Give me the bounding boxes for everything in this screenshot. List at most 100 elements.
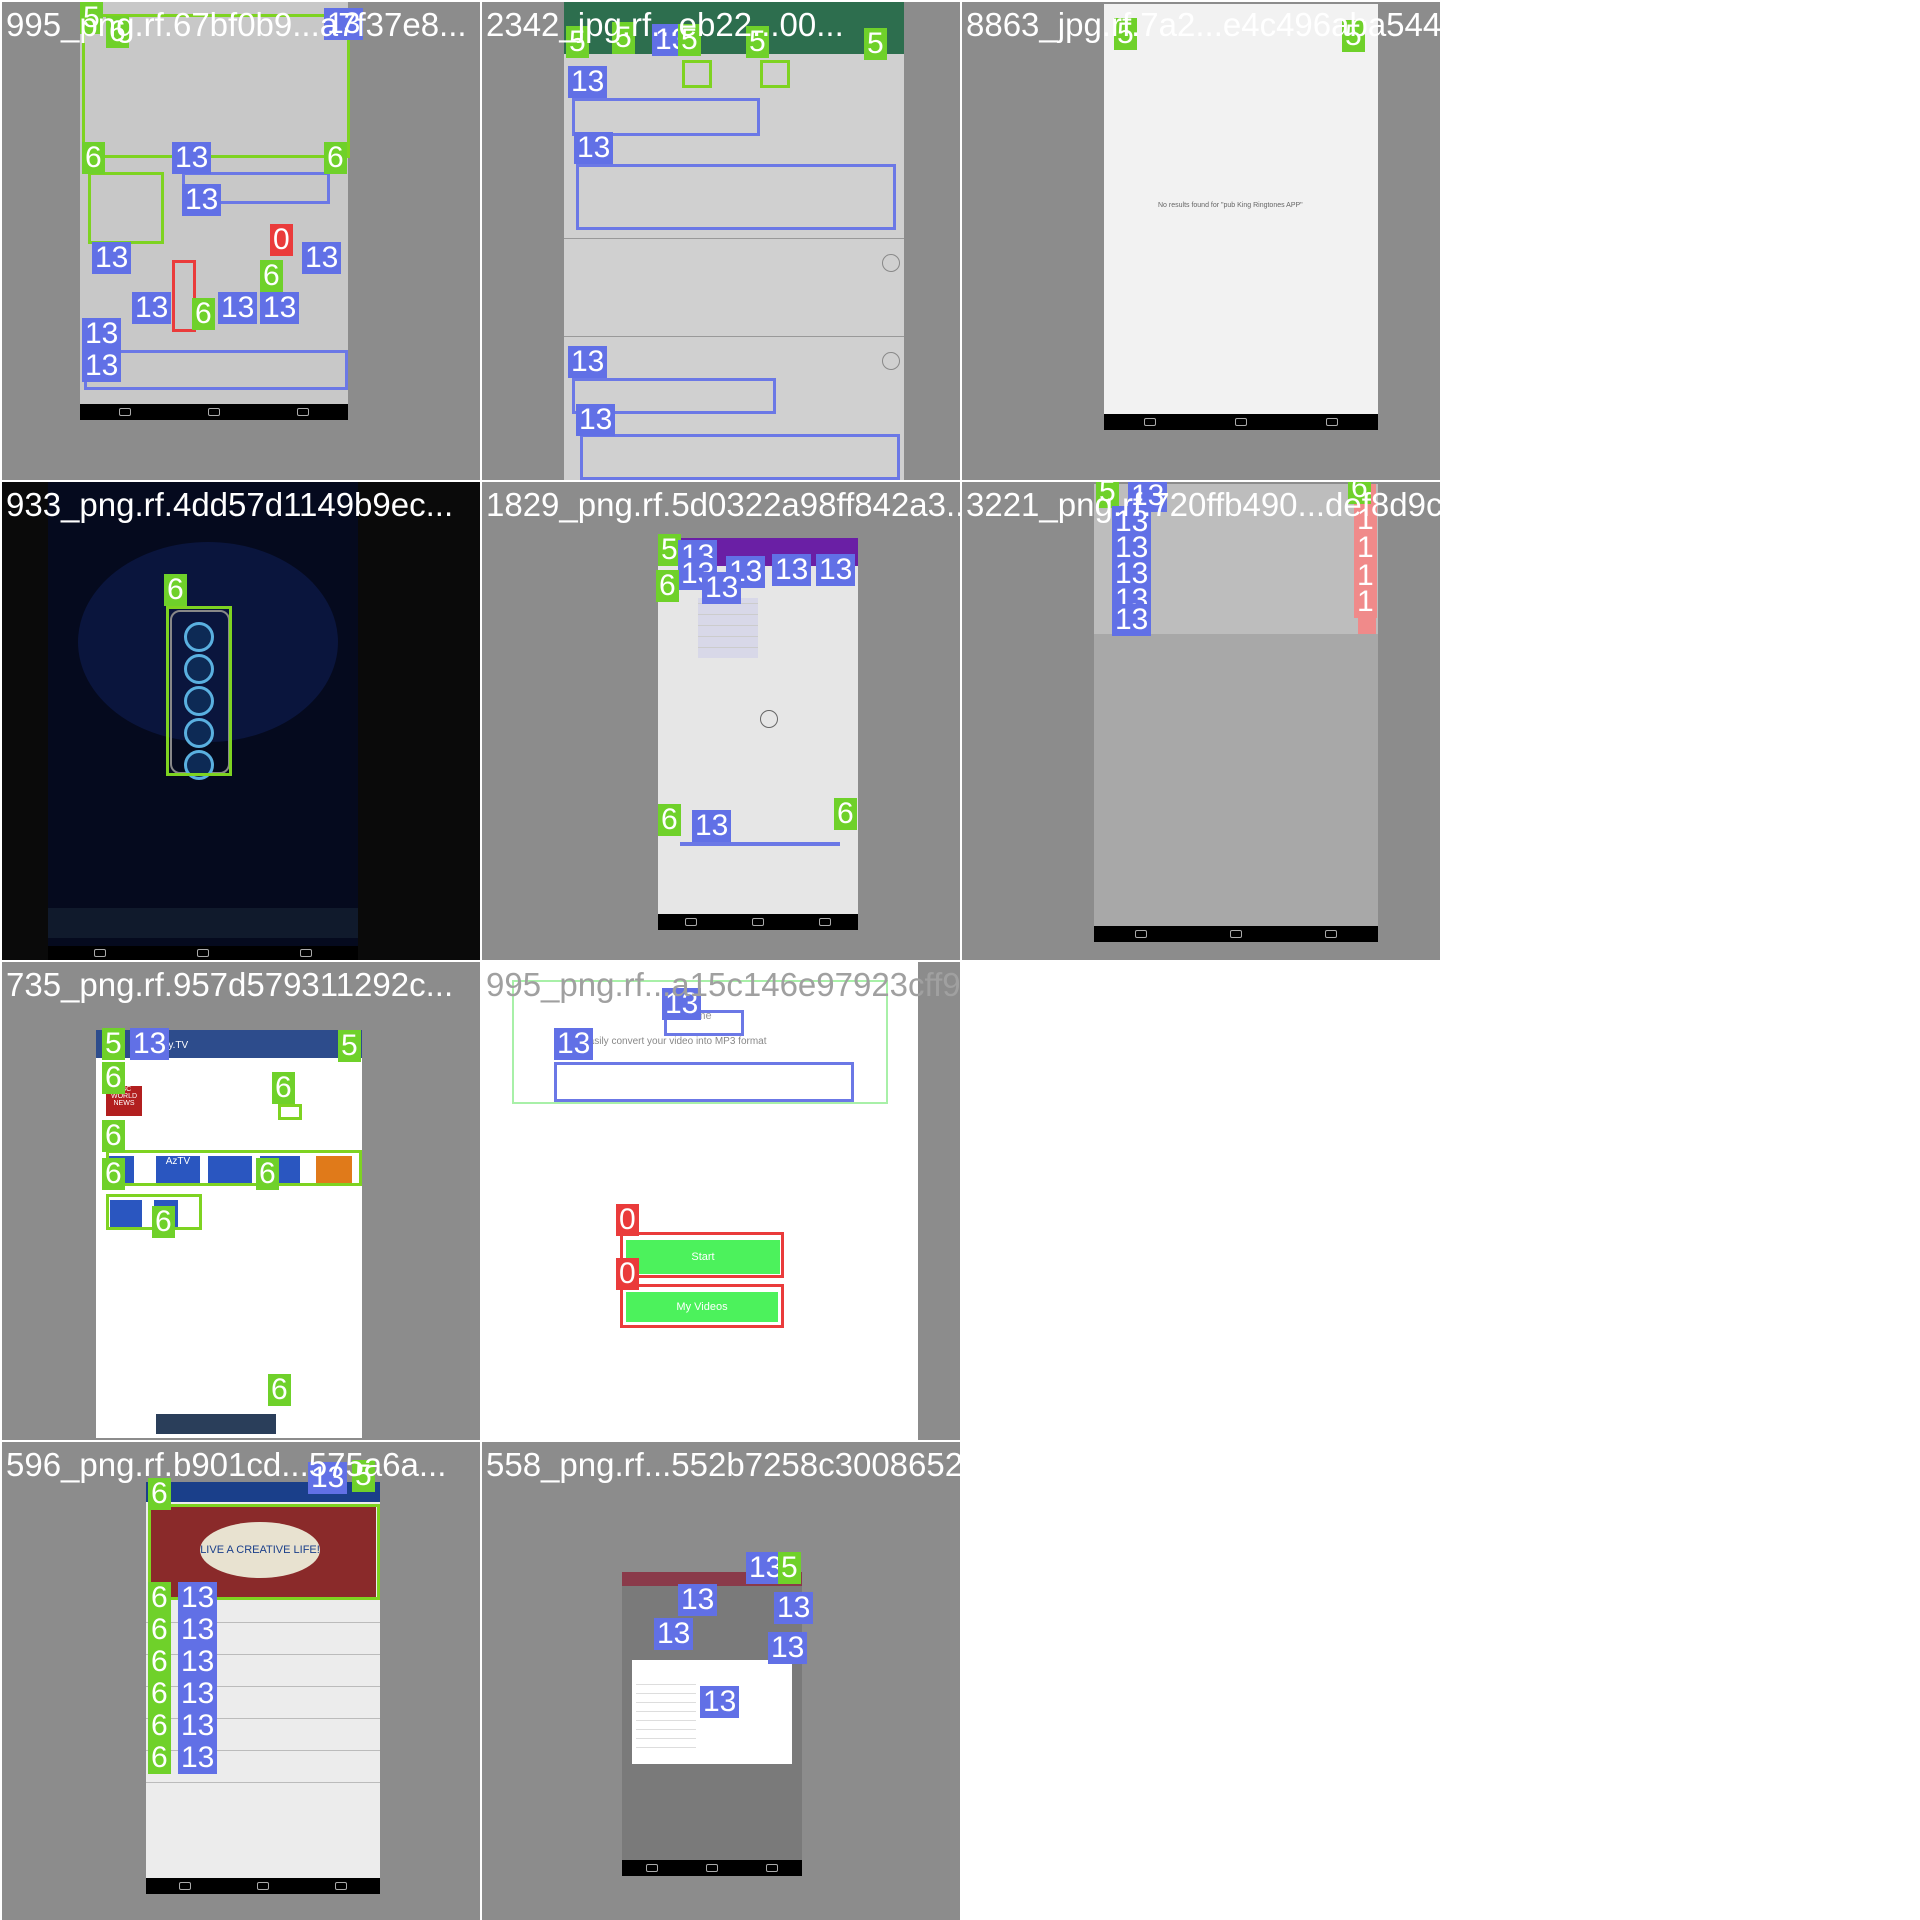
label-class-13: 13: [132, 292, 172, 324]
label-class-13: 13: [178, 1678, 218, 1710]
label-class-1: 1: [1354, 586, 1377, 618]
bbox-class-13: [554, 1062, 854, 1102]
bbox-class-0: [620, 1284, 784, 1328]
label-class-13: 13: [700, 1686, 740, 1718]
color-grid: [698, 598, 758, 658]
bbox-class-6: [166, 606, 232, 776]
date-grid[interactable]: [636, 1676, 696, 1756]
label-class-0: 0: [616, 1258, 639, 1290]
mosaic-tile-5: 1829_png.rf.5d0322a98ff842a3... 5 13 13 …: [482, 482, 960, 960]
label-class-13: 13: [768, 1632, 808, 1664]
label-class-13: 13: [568, 346, 608, 378]
label-class-6: 6: [82, 142, 105, 174]
label-class-5: 5: [102, 1028, 125, 1060]
label-class-13: 13: [774, 1592, 814, 1624]
system-nav-bar: [48, 946, 358, 960]
mosaic-tile-8: 995_png.rf...a15c146e97923cff9b7dba456 W…: [482, 962, 960, 1440]
mosaic-tile-3: 8863_jpg.rf.7a2...e4c496aba544135a2a No …: [962, 2, 1440, 480]
system-nav-bar: [622, 1860, 802, 1876]
label-class-6: 6: [148, 1678, 171, 1710]
progress-bar[interactable]: [680, 842, 840, 846]
label-class-5: 5: [778, 1552, 801, 1584]
label-class-6: 6: [102, 1120, 125, 1152]
mosaic-tile-1: 995_png.rf.67bf0b9...a7f37e8... 5 6 13 6…: [2, 2, 480, 480]
bottom-tab-bar: [48, 908, 358, 938]
phone-screen: No results found for "pub King Ringtones…: [1104, 4, 1378, 430]
label-class-13: 13: [702, 572, 742, 604]
label-class-13: 13: [178, 1710, 218, 1742]
bbox-class-5: [682, 60, 712, 88]
label-class-13: 13: [772, 554, 812, 586]
label-class-13: 13: [554, 1028, 594, 1060]
bbox-class-13: [580, 434, 900, 480]
mosaic-tile-2: 2342_jpg.rf...eb22...00... 5 5 13 5 5 5 …: [482, 2, 960, 480]
tile-caption: 8863_jpg.rf.7a2...e4c496aba544135a2a: [966, 6, 1440, 43]
bbox-class-0: [620, 1232, 784, 1278]
label-class-13: 13: [82, 350, 122, 382]
label-class-13: 13: [218, 292, 258, 324]
label-class-6: 6: [656, 570, 679, 602]
label-class-13: 13: [178, 1646, 218, 1678]
empty-cell: [962, 1442, 1918, 1920]
tile-caption: 995_png.rf.67bf0b9...a7f37e8...: [6, 6, 467, 43]
divider: [146, 1782, 380, 1783]
label-class-13: 13: [574, 132, 614, 164]
label-class-6: 6: [148, 1582, 171, 1614]
label-class-6: 6: [152, 1206, 175, 1238]
mosaic-tile-7: 735_png.rf.957d579311292c... Mediabay.TV…: [2, 962, 480, 1440]
bbox-class-6: [278, 1104, 302, 1120]
label-class-6: 6: [658, 804, 681, 836]
empty-cell: [962, 962, 1918, 1440]
tile-caption: 2342_jpg.rf...eb22...00...: [486, 6, 844, 43]
label-class-6: 6: [102, 1158, 125, 1190]
empty-cell: [1442, 2, 1920, 480]
label-class-6: 6: [256, 1158, 279, 1190]
bbox-class-6: [106, 1150, 362, 1186]
label-class-6: 6: [164, 574, 187, 606]
label-class-6: 6: [148, 1614, 171, 1646]
label-class-13: 13: [172, 142, 212, 174]
label-class-13: 13: [92, 242, 132, 274]
label-class-13: 13: [130, 1028, 170, 1060]
mosaic-tile-4: 933_png.rf.4dd57d1149b9ec... 6: [2, 482, 480, 960]
play-icon[interactable]: [760, 710, 778, 728]
label-class-13: 13: [1112, 604, 1152, 636]
label-class-6: 6: [268, 1374, 291, 1406]
bbox-class-13: [576, 164, 896, 230]
mosaic-tile-9: 596_png.rf.b901cd...575a6a... LIVE A CRE…: [2, 1442, 480, 1920]
label-class-13: 13: [178, 1614, 218, 1646]
label-class-13: 13: [692, 810, 732, 842]
bbox-class-6: [88, 172, 164, 244]
label-class-13: 13: [576, 404, 616, 436]
label-class-6: 6: [148, 1710, 171, 1742]
toast-message: [156, 1414, 276, 1434]
label-class-6: 6: [148, 1646, 171, 1678]
label-class-13: 13: [260, 292, 300, 324]
tile-caption: 596_png.rf.b901cd...575a6a...: [6, 1446, 447, 1483]
system-nav-bar: [658, 914, 858, 930]
info-icon[interactable]: [882, 352, 900, 370]
label-class-13: 13: [302, 242, 342, 274]
label-class-13: 13: [82, 318, 122, 350]
label-class-13: 13: [178, 1742, 218, 1774]
label-class-6: 6: [260, 260, 283, 292]
label-class-6: 6: [192, 298, 215, 330]
mosaic-tile-10: 558_png.rf...552b7258c30086525c90d114 13…: [482, 1442, 960, 1920]
label-class-6: 6: [148, 1742, 171, 1774]
label-class-5: 5: [864, 28, 887, 60]
label-class-6: 6: [102, 1062, 125, 1094]
system-nav-bar: [146, 1878, 380, 1894]
label-class-0: 0: [616, 1204, 639, 1236]
label-class-13: 13: [568, 66, 608, 98]
system-nav-bar: [1094, 926, 1378, 942]
label-class-5: 5: [338, 1030, 361, 1062]
tile-caption: 3221_png.rf.720ffb490...def8d9c0ae6a1b46…: [966, 486, 1440, 523]
label-class-13: 13: [182, 184, 222, 216]
label-class-6: 6: [834, 798, 857, 830]
divider: [564, 336, 904, 337]
label-class-13: 13: [654, 1618, 694, 1650]
label-class-6: 6: [324, 142, 347, 174]
label-class-13: 13: [816, 554, 856, 586]
bbox-class-13: [84, 350, 348, 390]
info-icon[interactable]: [882, 254, 900, 272]
